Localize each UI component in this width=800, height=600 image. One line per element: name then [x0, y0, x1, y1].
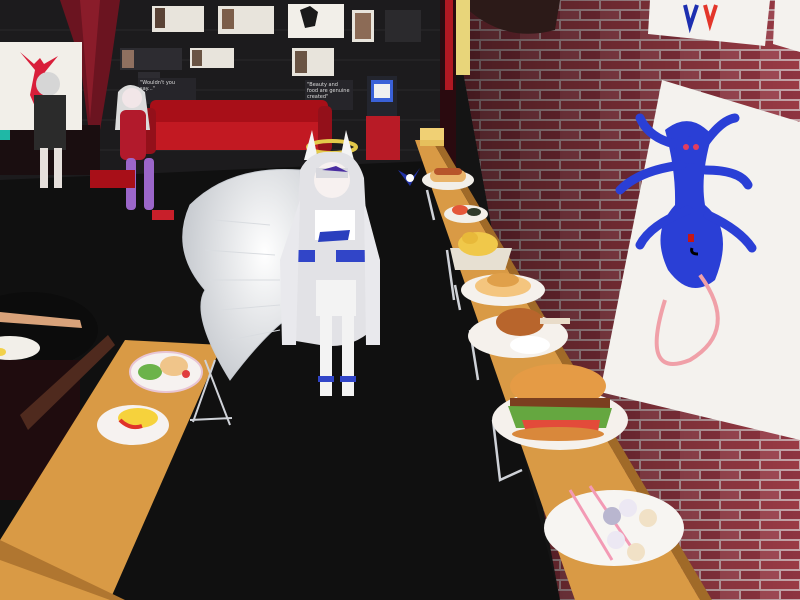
cake-slice — [420, 128, 444, 146]
scene-view — [0, 0, 800, 600]
sushi-plate — [444, 205, 488, 223]
omelette-plate — [97, 405, 169, 445]
salad-plate — [129, 351, 203, 393]
wall-note-b: "Beauty and food are genuine created" — [307, 82, 350, 100]
wall-note-a: "Wouldn't you say..." — [140, 80, 176, 92]
red-sofa — [140, 100, 332, 154]
